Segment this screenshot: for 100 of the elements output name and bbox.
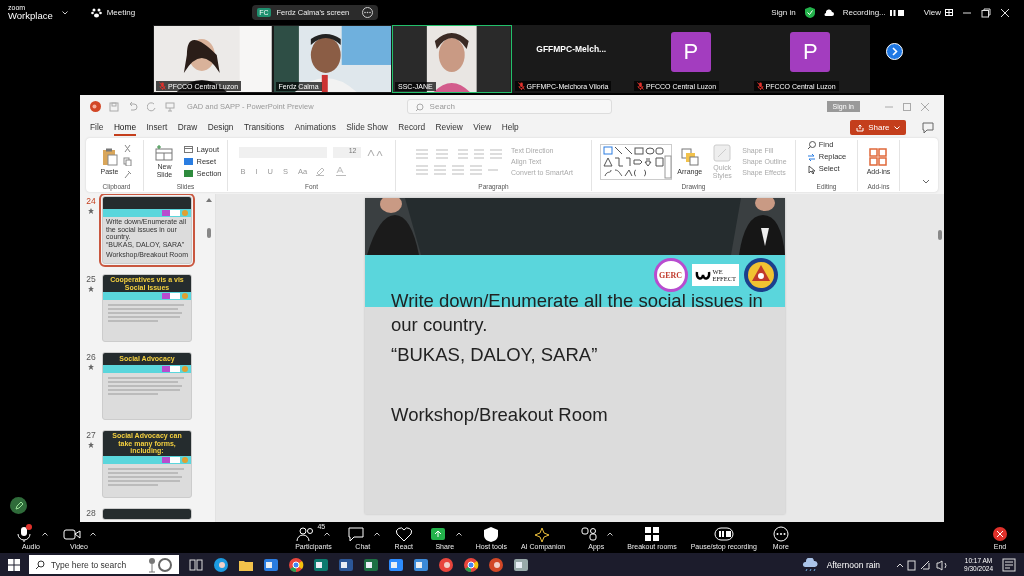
logos-icon <box>162 293 188 299</box>
slide-number: 28 <box>86 508 96 518</box>
paw-icon[interactable] <box>90 7 102 18</box>
sign-in-link[interactable]: Sign in <box>771 8 796 17</box>
ribbon-tab[interactable]: Record <box>398 119 426 136</box>
grid-icon <box>869 148 888 166</box>
new-slide-icon <box>155 144 174 161</box>
more-icon <box>770 525 791 542</box>
ribbon-tab[interactable]: Review <box>435 119 463 136</box>
caret-icon[interactable] <box>61 10 68 15</box>
apps-icon <box>579 525 600 542</box>
pencil-icon <box>13 500 24 511</box>
clipboard-icon <box>101 148 118 166</box>
slide-text: Workshop/Breakout Room <box>391 403 609 427</box>
cloud-icon <box>823 8 834 17</box>
ribbon-tab[interactable]: View <box>473 119 492 136</box>
ribbon-tab[interactable]: Home <box>113 119 136 136</box>
ribbon-tab[interactable]: Help <box>501 119 519 136</box>
task-view-icon[interactable] <box>188 556 204 573</box>
seal-logo <box>743 257 779 293</box>
start-icon[interactable] <box>8 558 20 571</box>
share-icon <box>856 123 865 132</box>
we-effect-icon <box>694 269 711 281</box>
layout-icon <box>184 146 194 153</box>
scroll-up-icon[interactable] <box>206 198 212 202</box>
notifications-icon[interactable] <box>1002 557 1016 572</box>
next-page-icon[interactable] <box>886 43 903 60</box>
publisher-icon[interactable] <box>313 556 329 573</box>
app-icon[interactable] <box>513 556 529 573</box>
share-button[interactable]: Share <box>850 120 906 135</box>
slide-number: 25 <box>86 274 96 284</box>
search-icon <box>806 140 816 150</box>
comments-icon[interactable] <box>922 121 934 134</box>
ribbon-tab[interactable]: Slide Show <box>346 119 388 136</box>
slide-thumbnail[interactable] <box>102 508 192 520</box>
caret-up-icon[interactable] <box>607 531 614 536</box>
logos-icon <box>162 210 188 216</box>
calendar-icon[interactable] <box>413 556 429 573</box>
ribbon-tab[interactable]: Draw <box>177 119 198 136</box>
caret-icon <box>893 125 900 130</box>
meeting-button[interactable]: Meeting <box>106 8 136 17</box>
taskbar-search-field[interactable]: Type here to search <box>29 555 179 574</box>
cut-icon[interactable] <box>123 144 133 153</box>
recording-label: Recording... <box>842 8 886 17</box>
search-highlight-icon[interactable] <box>147 557 173 573</box>
reset-icon <box>184 158 194 165</box>
ribbon-tab[interactable]: Transitions <box>244 119 285 136</box>
browser-icon[interactable] <box>288 556 304 573</box>
replace-icon <box>806 152 816 162</box>
ribbon-tab[interactable]: Insert <box>146 119 168 136</box>
ribbon-tab[interactable]: Animations <box>294 119 336 136</box>
caret-up-icon[interactable] <box>324 531 331 536</box>
pause-stop-icon <box>713 525 734 542</box>
participant-name-display: GFFMPC-Melch... <box>536 44 607 54</box>
more-icon[interactable] <box>362 7 374 18</box>
weather-text[interactable]: Afternoon rain <box>826 559 881 570</box>
browser-icon[interactable] <box>213 556 229 573</box>
heart-icon <box>393 525 414 542</box>
recorder-icon[interactable] <box>438 556 454 573</box>
star-icon <box>88 286 94 292</box>
avatar: P <box>790 32 831 72</box>
ribbon-tab[interactable]: Design <box>207 119 234 136</box>
font-color-icon[interactable] <box>335 166 348 176</box>
pause-stop-icon[interactable] <box>888 8 905 17</box>
shield-icon[interactable] <box>804 7 815 18</box>
grid-icon[interactable] <box>945 9 953 16</box>
star-icon <box>88 208 94 214</box>
search-field[interactable]: Search <box>406 99 612 114</box>
weather-icon <box>801 557 818 572</box>
section-icon <box>184 170 194 177</box>
collapse-ribbon-icon[interactable] <box>922 179 930 185</box>
powerpoint-icon[interactable] <box>488 556 504 573</box>
star-icon <box>88 442 94 448</box>
slide-number: 26 <box>86 352 96 362</box>
caret-up-icon[interactable] <box>373 531 380 536</box>
caret-up-icon[interactable] <box>455 531 462 536</box>
slide-number: 24 <box>86 196 96 206</box>
quick-styles-icon <box>713 143 732 162</box>
annotate-button[interactable] <box>10 497 27 514</box>
arrange-icon <box>680 148 699 166</box>
restore-icon[interactable] <box>981 7 991 18</box>
browser-icon[interactable] <box>463 556 479 573</box>
view-button[interactable]: View <box>923 8 941 17</box>
excel-icon[interactable] <box>363 556 379 573</box>
word-icon[interactable] <box>338 556 354 573</box>
caret-up-icon[interactable] <box>42 531 48 536</box>
logos-icon <box>162 366 188 372</box>
star-icon <box>88 364 94 370</box>
cursor-icon <box>806 164 816 174</box>
caret-up-icon[interactable] <box>90 531 96 536</box>
ribbon-tab[interactable]: File <box>90 119 104 136</box>
format-painter-icon[interactable] <box>123 170 133 179</box>
slide-number: 27 <box>86 430 96 440</box>
gerc-logo: GERC <box>653 258 688 292</box>
chat-icon <box>345 525 366 542</box>
close-icon <box>990 525 1010 542</box>
shapes-gallery-icon[interactable] <box>600 143 673 180</box>
mail-icon[interactable] <box>263 556 279 573</box>
slide-text: Write down/Enumerate all the social issues in our country. <box>391 289 764 337</box>
zoom-app-icon[interactable] <box>388 556 404 573</box>
